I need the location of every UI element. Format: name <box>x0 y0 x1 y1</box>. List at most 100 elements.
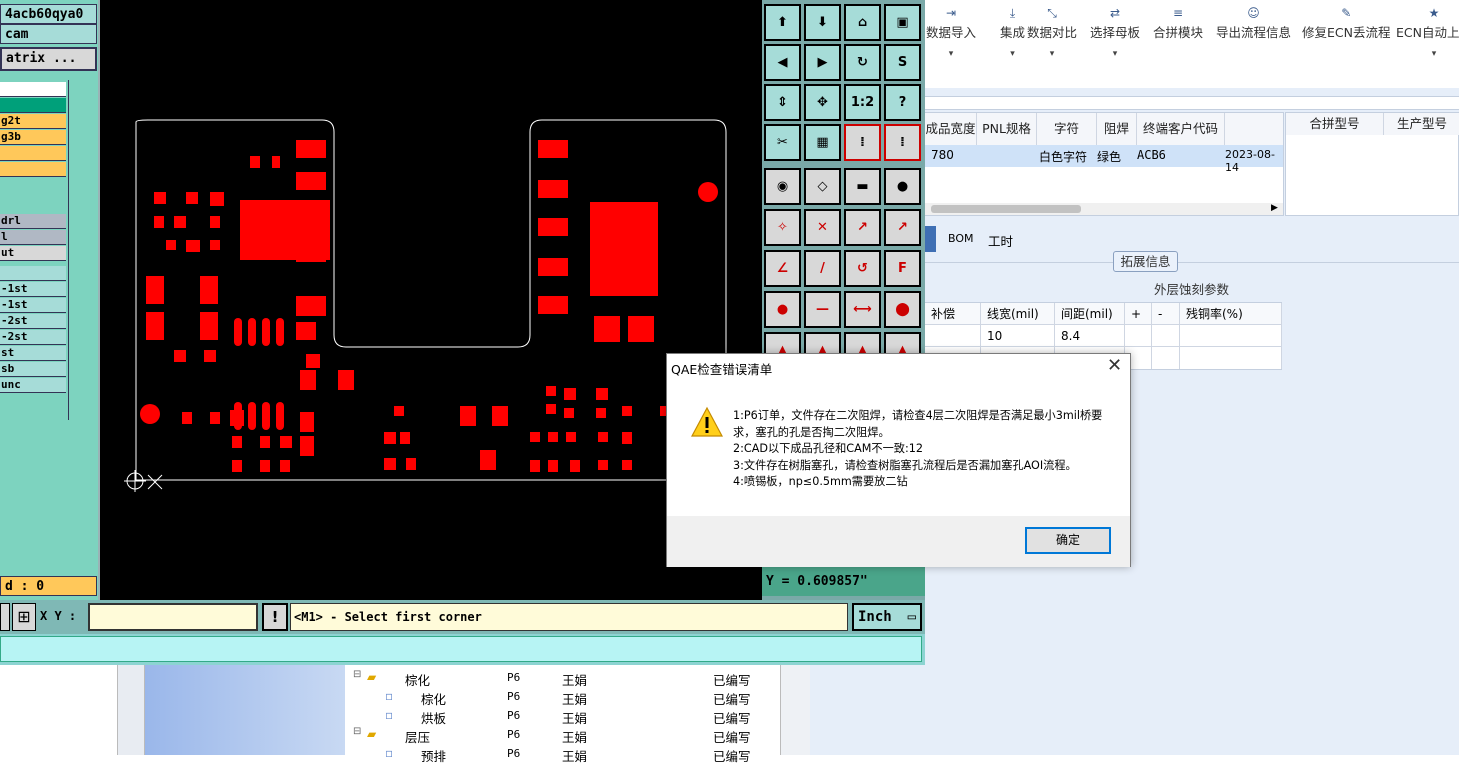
copper-pad[interactable] <box>596 388 608 400</box>
connect-icon[interactable]: ↗ <box>844 209 881 246</box>
copper-pad[interactable] <box>564 408 574 418</box>
home-icon[interactable]: ⌂ <box>844 4 881 41</box>
etch-cell[interactable]: 10 <box>981 325 1055 347</box>
layer-row[interactable]: -1st <box>0 282 66 297</box>
etch-header[interactable]: + <box>1125 303 1152 325</box>
ruler-icon[interactable]: ▬ <box>844 168 881 205</box>
xy-input[interactable] <box>88 603 258 631</box>
copper-pad[interactable] <box>590 202 658 296</box>
copper-pad[interactable] <box>166 240 176 250</box>
pcb-canvas[interactable] <box>100 0 762 600</box>
delete-icon[interactable]: ✕ <box>804 209 841 246</box>
scrollbar-thumb[interactable] <box>931 205 1081 213</box>
etch-header[interactable]: 补偿 <box>925 303 981 325</box>
copper-pad[interactable] <box>146 312 164 340</box>
tree-row[interactable]: ▰ ⊟ 层压 P6 王娟 已编写 <box>345 726 780 745</box>
matrix-button[interactable]: atrix ... <box>0 47 97 71</box>
copper-pad[interactable] <box>140 404 160 424</box>
select-icon[interactable]: ◉ <box>764 168 801 205</box>
pan-right-icon[interactable]: ▶ <box>804 44 841 81</box>
etch-cell[interactable]: 8.4 <box>1055 325 1125 347</box>
grid-header[interactable]: 生产型号 <box>1384 113 1459 135</box>
tab-bom[interactable]: BOM <box>948 232 974 245</box>
copper-pad[interactable] <box>210 216 220 228</box>
nav-button[interactable] <box>0 603 10 631</box>
chevron-down-icon[interactable]: ▾ <box>1027 49 1077 59</box>
copper-pad[interactable] <box>154 192 166 204</box>
angle-icon[interactable]: ∠ <box>764 250 801 287</box>
copper-pad[interactable] <box>384 432 396 444</box>
command-input[interactable] <box>0 636 922 662</box>
units-select[interactable]: Inch ▭ <box>852 603 922 631</box>
copper-pad[interactable] <box>400 432 410 444</box>
expand-info-button[interactable]: 拓展信息 <box>1113 251 1178 272</box>
copper-pad[interactable] <box>296 322 316 340</box>
layer-down-icon[interactable]: ⬇ <box>804 4 841 41</box>
layer-row[interactable] <box>0 162 66 177</box>
via-icon[interactable]: ⬤ <box>884 291 921 328</box>
layer-row[interactable]: -2st <box>0 314 66 329</box>
toolbar-button[interactable]: ≡ 合拼模块 <box>1153 4 1203 41</box>
copper-pad[interactable] <box>622 460 632 470</box>
copper-pad[interactable] <box>622 406 632 416</box>
pan-left-icon[interactable]: ◀ <box>764 44 801 81</box>
copper-pad[interactable] <box>548 460 558 472</box>
copper-pad[interactable] <box>232 436 242 448</box>
copper-pad[interactable] <box>280 230 294 244</box>
layer-up-icon[interactable]: ⬆ <box>764 4 801 41</box>
copper-pad[interactable] <box>492 406 508 426</box>
copper-pad[interactable] <box>538 296 568 314</box>
trace-icon[interactable]: — <box>804 291 841 328</box>
copper-pad[interactable] <box>546 386 556 396</box>
grid-header[interactable]: 成品宽度 <box>925 113 977 145</box>
layer-row[interactable]: st <box>0 346 66 361</box>
layer-row[interactable]: ut <box>0 246 66 261</box>
etch-header[interactable]: 残铜率(%) <box>1180 303 1282 325</box>
grid-header[interactable]: 合拼型号 <box>1286 113 1384 135</box>
copper-pad[interactable] <box>306 354 320 368</box>
copper-pad[interactable] <box>570 460 580 472</box>
measure-icon[interactable]: ⟷ <box>844 291 881 328</box>
copper-pad[interactable] <box>232 460 242 472</box>
collapse-icon[interactable]: ⊟ <box>353 669 361 680</box>
copper-pad[interactable] <box>186 240 200 252</box>
copper-pad[interactable] <box>200 276 218 304</box>
tree-row[interactable]: ▰ ⊟ 棕化 P6 王娟 已编写 <box>345 669 780 688</box>
alert-icon[interactable]: ! <box>262 603 288 631</box>
copper-pad[interactable] <box>262 402 270 430</box>
chevron-down-icon[interactable]: ▾ <box>1396 49 1459 59</box>
copper-pad[interactable] <box>530 432 540 442</box>
copper-pad[interactable] <box>538 180 568 198</box>
etch-cell[interactable] <box>1180 347 1282 369</box>
move-icon[interactable]: ✥ <box>804 84 841 121</box>
copper-pad[interactable] <box>596 408 606 418</box>
copper-pad[interactable] <box>210 240 220 250</box>
copper-pad[interactable] <box>262 318 270 346</box>
zoom-fit-icon[interactable]: ⇕ <box>764 84 801 121</box>
copper-pad[interactable] <box>210 412 220 424</box>
copper-pad[interactable] <box>598 460 608 470</box>
tab-active[interactable] <box>924 226 936 252</box>
copper-pad[interactable] <box>276 402 284 430</box>
layer-row[interactable]: sb <box>0 362 66 377</box>
pcb-drawing[interactable] <box>100 0 762 600</box>
copper-pad[interactable] <box>480 450 496 470</box>
line-icon[interactable]: / <box>804 250 841 287</box>
copper-pad[interactable] <box>300 436 314 456</box>
etch-cell[interactable] <box>925 325 981 347</box>
horizontal-scrollbar[interactable]: ▶ <box>925 203 1283 215</box>
copper-pad[interactable] <box>698 182 718 202</box>
copper-pad[interactable] <box>546 404 556 414</box>
layer-row[interactable]: g2t <box>0 114 66 129</box>
pad-icon[interactable]: ● <box>764 291 801 328</box>
toolbar-button[interactable]: ⤓ 集成 ▾ <box>1000 4 1025 59</box>
tab-hours[interactable]: 工时 <box>988 231 1013 250</box>
rotate-icon[interactable]: ↺ <box>844 250 881 287</box>
copper-pad[interactable] <box>280 436 292 448</box>
tools-icon[interactable]: ✂ <box>764 124 801 161</box>
copper-pad[interactable] <box>248 318 256 346</box>
etch-header[interactable]: 线宽(mil) <box>981 303 1055 325</box>
netlist-icon[interactable]: ⁞ <box>844 124 881 161</box>
close-icon[interactable]: ✕ <box>1107 355 1122 376</box>
copper-pad[interactable] <box>300 412 314 432</box>
